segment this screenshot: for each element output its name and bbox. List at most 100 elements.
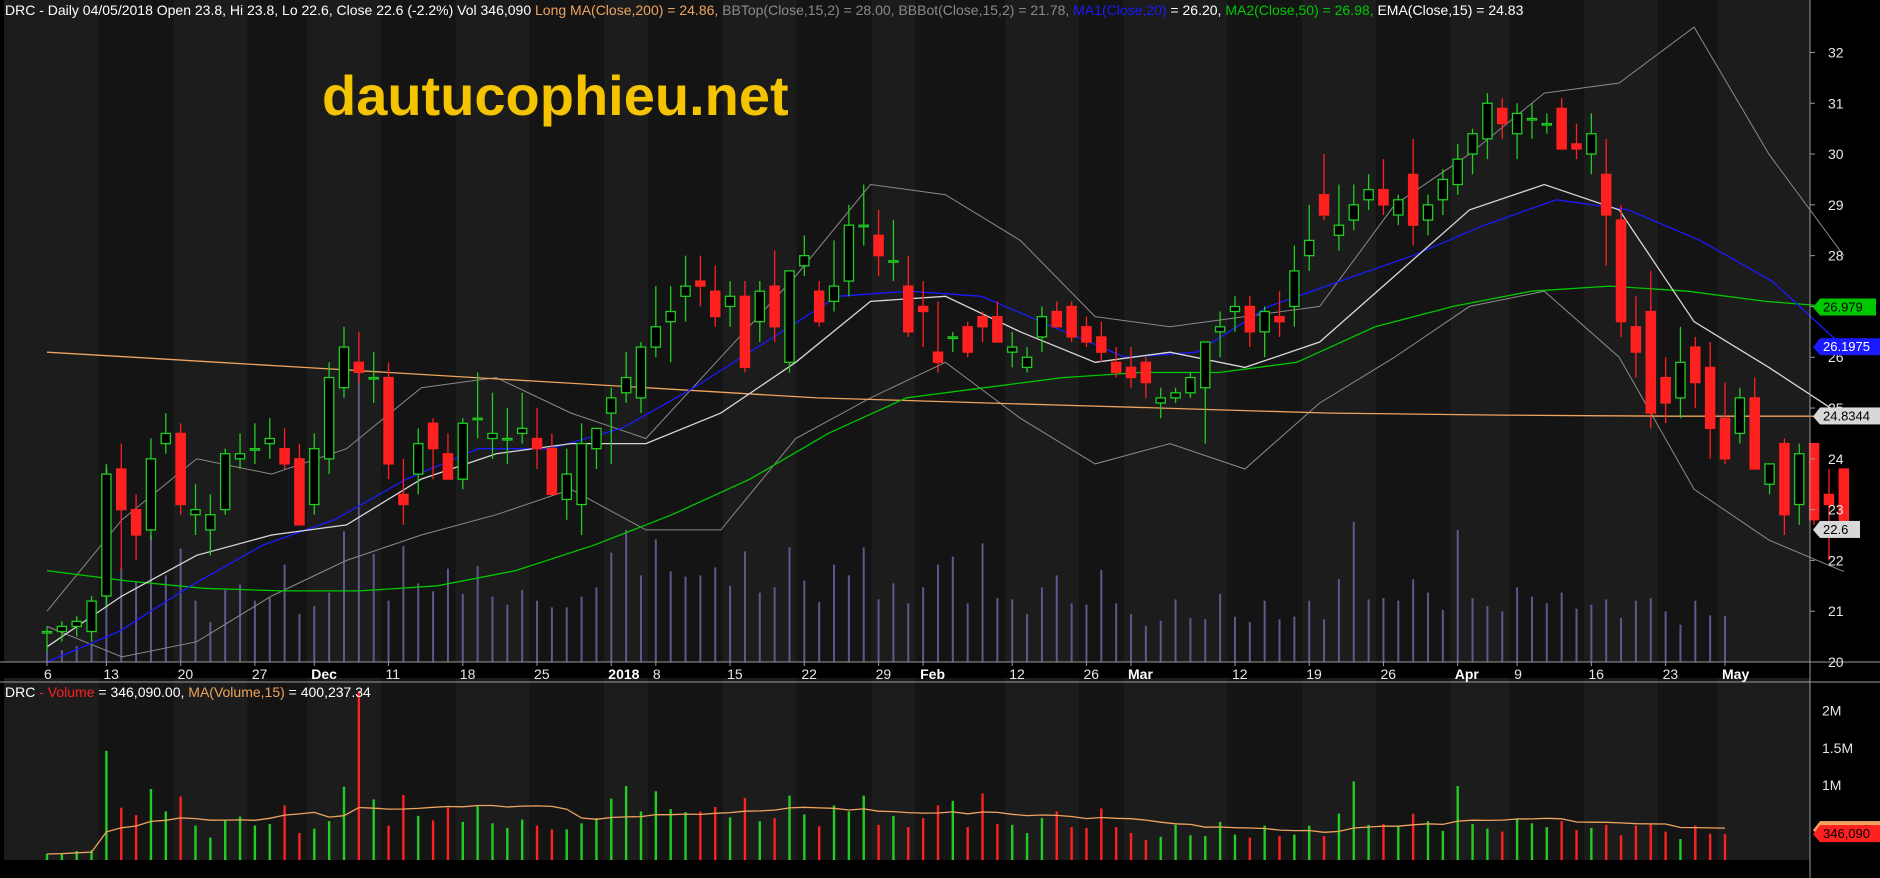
candle-up	[888, 260, 899, 263]
candle-down	[962, 326, 973, 353]
x-tick-label: 2018	[608, 666, 639, 682]
candle-up	[41, 630, 53, 634]
candle-down	[903, 285, 914, 333]
candle-up	[457, 422, 469, 480]
candle-up	[828, 285, 840, 303]
candle-up	[606, 397, 617, 414]
candle-up	[412, 442, 424, 475]
y-tick-label: 22	[1828, 552, 1844, 568]
candle-up	[1170, 392, 1181, 399]
candle-down	[294, 458, 305, 526]
candle-up	[680, 285, 691, 297]
candle-up	[799, 255, 810, 267]
candle-up	[368, 376, 379, 380]
header-ma2: MA2(Close,50) = 26.98,	[1221, 2, 1373, 18]
week-band	[1450, 678, 1510, 860]
volume-header-name: - Volume	[35, 684, 94, 700]
header-ma1-val: = 26.20,	[1167, 2, 1222, 18]
candle-up	[947, 336, 959, 340]
candle-up	[1422, 204, 1434, 221]
candle-down	[977, 315, 988, 328]
price-tag-label: 22.6	[1823, 522, 1848, 537]
candle-up	[1036, 315, 1048, 338]
candle-down	[1571, 143, 1582, 150]
candle-down	[1378, 188, 1389, 206]
week-band	[1376, 0, 1451, 662]
volume-tick-label: 1M	[1822, 777, 1841, 793]
week-band	[1123, 0, 1228, 662]
candle-down	[1096, 336, 1107, 353]
y-tick-label: 29	[1828, 197, 1844, 213]
y-tick-label: 23	[1828, 502, 1844, 518]
candle-down	[175, 432, 186, 506]
candle-down	[398, 493, 409, 506]
x-tick-label: 8	[653, 666, 661, 682]
candle-down	[695, 280, 706, 287]
price-tag-label: 26.979	[1823, 300, 1863, 315]
candle-up	[561, 473, 572, 501]
candle-down	[353, 361, 365, 374]
x-tick-label: 22	[801, 666, 817, 682]
candle-up	[1289, 270, 1300, 308]
week-band	[1450, 0, 1510, 662]
candle-up	[650, 326, 662, 348]
y-tick-label: 31	[1828, 95, 1844, 111]
candle-up	[502, 437, 513, 441]
candle-up	[843, 224, 855, 282]
candle-down	[1140, 361, 1152, 384]
candle-up	[1363, 188, 1374, 201]
x-tick-label: Dec	[311, 666, 337, 682]
candle-down	[739, 295, 751, 369]
x-tick-label: 11	[386, 666, 401, 682]
candle-up	[86, 600, 97, 633]
header-symbol: DRC	[5, 2, 35, 18]
candle-up	[635, 346, 647, 399]
candle-up	[754, 290, 766, 323]
candle-up	[338, 346, 350, 389]
x-tick-label: 9	[1514, 666, 1522, 682]
candle-up	[724, 295, 736, 308]
candle-up	[234, 453, 246, 460]
x-tick-label: 27	[252, 666, 268, 682]
candle-down	[1110, 361, 1122, 374]
price-tag-label: 26.1975	[1823, 339, 1870, 354]
x-tick-label: Mar	[1128, 666, 1153, 682]
candle-up	[487, 432, 498, 440]
candle-down	[1615, 219, 1627, 323]
header-ma1-name: MA1(Close,20)	[1069, 2, 1166, 18]
candle-up	[205, 514, 216, 531]
x-tick-label: 12	[1232, 666, 1248, 682]
x-tick-label: 20	[178, 666, 194, 682]
x-tick-label: 18	[460, 666, 476, 682]
header-desc: - Daily 04/05/2018 Open 23.8, Hi 23.8, L…	[35, 2, 535, 18]
candle-up	[620, 376, 632, 394]
candle-down	[427, 422, 439, 450]
candle-down	[932, 351, 944, 363]
candle-up	[145, 458, 157, 531]
week-band	[1717, 678, 1810, 860]
candle-down	[769, 285, 780, 328]
candle-up	[219, 453, 231, 511]
candle-up	[1586, 133, 1597, 155]
x-tick-label: 26	[1083, 666, 1099, 682]
x-tick-label: 25	[534, 666, 550, 682]
candle-up	[576, 442, 587, 506]
candle-up	[1259, 310, 1270, 333]
watermark: dautucophieu.net	[322, 64, 789, 127]
week-band	[1717, 0, 1810, 662]
candle-up	[1793, 453, 1805, 506]
candle-down	[1838, 468, 1850, 531]
candle-up	[1393, 199, 1404, 216]
week-band	[247, 678, 307, 860]
candle-down	[813, 290, 825, 323]
candle-up	[665, 310, 676, 323]
volume-tag-label: 346,090	[1823, 826, 1870, 841]
week-band	[1658, 678, 1718, 860]
candle-up	[309, 448, 320, 506]
candle-down	[1808, 442, 1820, 521]
candle-up	[1467, 133, 1478, 155]
candle-down	[873, 234, 884, 257]
week-band	[1509, 0, 1584, 662]
candle-up	[1764, 463, 1775, 485]
volume-header: DRC - Volume = 346,090.00, MA(Volume,15)…	[5, 684, 371, 700]
